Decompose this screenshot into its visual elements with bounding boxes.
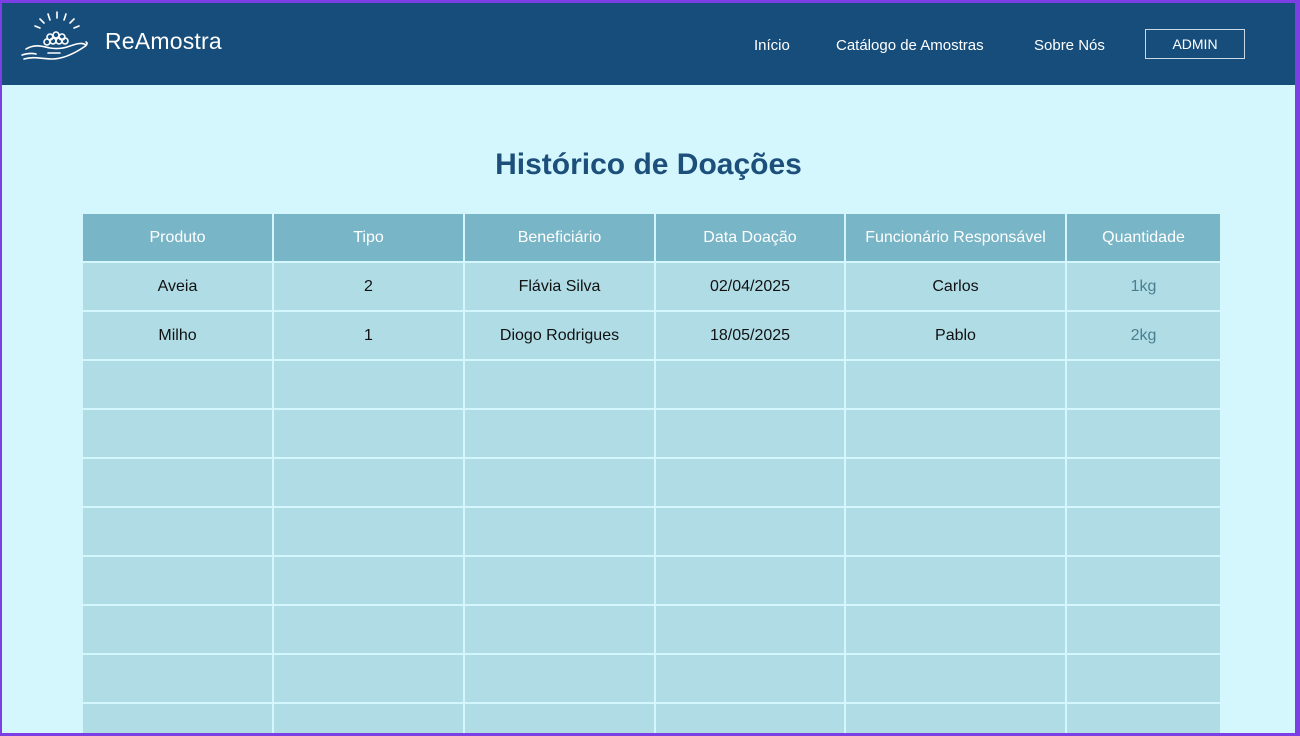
- cell-data-doacao: [656, 410, 844, 457]
- cell-produto: [83, 655, 272, 702]
- cell-funcionario: [846, 459, 1065, 506]
- cell-data-doacao: [656, 508, 844, 555]
- column-header-produto: Produto: [83, 214, 272, 261]
- cell-quantidade: [1067, 508, 1220, 555]
- cell-quantidade: [1067, 459, 1220, 506]
- table-row[interactable]: [83, 557, 1220, 604]
- column-header-quantidade: Quantidade: [1067, 214, 1220, 261]
- table-row[interactable]: [83, 606, 1220, 653]
- cell-beneficiario: [465, 606, 654, 653]
- cell-produto: [83, 459, 272, 506]
- cell-data-doacao: [656, 459, 844, 506]
- table-header-row: Produto Tipo Beneficiário Data Doação Fu…: [83, 214, 1220, 261]
- brand-name[interactable]: ReAmostra: [105, 28, 222, 55]
- cell-funcionario: [846, 704, 1065, 733]
- cell-produto: [83, 410, 272, 457]
- cell-quantidade: [1067, 410, 1220, 457]
- cell-quantidade: [1067, 361, 1220, 408]
- cell-beneficiario: [465, 704, 654, 733]
- table-row[interactable]: [83, 361, 1220, 408]
- cell-data-doacao: 02/04/2025: [656, 263, 844, 310]
- admin-button[interactable]: ADMIN: [1145, 29, 1245, 59]
- cell-data-doacao: [656, 655, 844, 702]
- cell-tipo: [274, 361, 463, 408]
- cell-data-doacao: 18/05/2025: [656, 312, 844, 359]
- table-body: Aveia 2 Flávia Silva 02/04/2025 Carlos 1kg Mil…: [83, 263, 1220, 733]
- cell-data-doacao: [656, 606, 844, 653]
- cell-produto: [83, 606, 272, 653]
- table-row[interactable]: Aveia 2 Flávia Silva 02/04/2025 Carlos 1kg: [83, 263, 1220, 310]
- cell-funcionario: Carlos: [846, 263, 1065, 310]
- cell-produto: Aveia: [83, 263, 272, 310]
- cell-beneficiario: [465, 459, 654, 506]
- cell-produto: [83, 704, 272, 733]
- cell-tipo: 1: [274, 312, 463, 359]
- cell-produto: [83, 557, 272, 604]
- app-frame: ReAmostra Início Catálogo de Amostras So…: [2, 3, 1295, 733]
- cell-data-doacao: [656, 557, 844, 604]
- cell-data-doacao: [656, 704, 844, 733]
- cell-produto: [83, 508, 272, 555]
- cell-tipo: [274, 557, 463, 604]
- page-title: Histórico de Doações: [495, 148, 802, 182]
- cell-beneficiario: [465, 508, 654, 555]
- nav-link-inicio[interactable]: Início: [754, 37, 790, 54]
- donations-table: Produto Tipo Beneficiário Data Doação Fu…: [81, 212, 1222, 733]
- nav-link-catalogo[interactable]: Catálogo de Amostras: [836, 37, 984, 54]
- cell-beneficiario: [465, 557, 654, 604]
- cell-data-doacao: [656, 361, 844, 408]
- table-row[interactable]: [83, 508, 1220, 555]
- table-row[interactable]: [83, 459, 1220, 506]
- column-header-data-doacao: Data Doação: [656, 214, 844, 261]
- column-header-beneficiario: Beneficiário: [465, 214, 654, 261]
- nav-link-sobre-nos[interactable]: Sobre Nós: [1034, 37, 1105, 54]
- table-row[interactable]: [83, 704, 1220, 733]
- navbar: ReAmostra Início Catálogo de Amostras So…: [2, 3, 1295, 85]
- cell-funcionario: [846, 410, 1065, 457]
- cell-funcionario: [846, 606, 1065, 653]
- cell-tipo: [274, 410, 463, 457]
- cell-tipo: [274, 655, 463, 702]
- cell-funcionario: [846, 655, 1065, 702]
- cell-beneficiario: [465, 410, 654, 457]
- cell-quantidade: [1067, 704, 1220, 733]
- table-row[interactable]: [83, 410, 1220, 457]
- cell-funcionario: [846, 361, 1065, 408]
- cell-tipo: 2: [274, 263, 463, 310]
- cell-tipo: [274, 704, 463, 733]
- column-header-funcionario: Funcionário Responsável: [846, 214, 1065, 261]
- cell-quantidade: 1kg: [1067, 263, 1220, 310]
- cell-tipo: [274, 459, 463, 506]
- cell-beneficiario: Flávia Silva: [465, 263, 654, 310]
- cell-produto: Milho: [83, 312, 272, 359]
- table-row[interactable]: [83, 655, 1220, 702]
- cell-funcionario: [846, 557, 1065, 604]
- cell-funcionario: [846, 508, 1065, 555]
- hand-holding-seeds-icon[interactable]: [20, 9, 94, 67]
- cell-tipo: [274, 508, 463, 555]
- cell-beneficiario: [465, 361, 654, 408]
- cell-tipo: [274, 606, 463, 653]
- cell-quantidade: [1067, 557, 1220, 604]
- cell-quantidade: [1067, 655, 1220, 702]
- table-row[interactable]: Milho 1 Diogo Rodrigues 18/05/2025 Pablo 2kg: [83, 312, 1220, 359]
- cell-produto: [83, 361, 272, 408]
- cell-funcionario: Pablo: [846, 312, 1065, 359]
- cell-quantidade: [1067, 606, 1220, 653]
- cell-quantidade: 2kg: [1067, 312, 1220, 359]
- cell-beneficiario: Diogo Rodrigues: [465, 312, 654, 359]
- column-header-tipo: Tipo: [274, 214, 463, 261]
- cell-beneficiario: [465, 655, 654, 702]
